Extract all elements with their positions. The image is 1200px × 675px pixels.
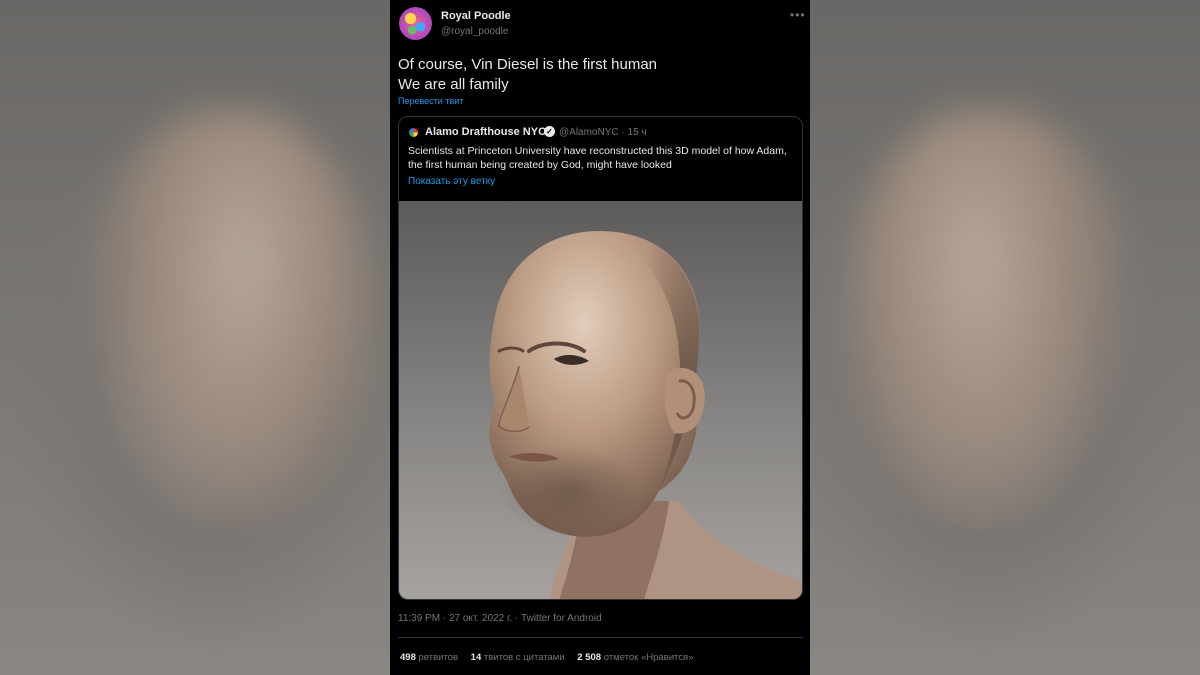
quoted-media-image[interactable]	[399, 201, 802, 600]
retweets-stat[interactable]: 498 ретвитов	[400, 652, 458, 663]
engagement-stats: 498 ретвитов 14 твитов с цитатами 2 508 …	[400, 652, 703, 663]
retweets-count: 498	[400, 652, 416, 663]
author-handle[interactable]: @royal_poodle	[441, 26, 508, 37]
quoted-tweet-text: Scientists at Princeton University have …	[408, 145, 787, 171]
quoted-avatar[interactable]	[409, 128, 418, 137]
likes-label: отметок «Нравится»	[603, 652, 694, 663]
tweet-card: Royal Poodle @royal_poodle ••• Of course…	[390, 0, 810, 675]
meta-separator: ·	[621, 127, 625, 138]
retweets-label: ретвитов	[418, 652, 459, 663]
blurred-background-image-left	[90, 110, 370, 530]
quote-tweets-label: твитов с цитатами	[483, 652, 565, 663]
quoted-meta: @AlamoNYC · 15 ч	[559, 127, 647, 138]
tweet-text-line2: We are all family	[398, 76, 509, 93]
show-thread-link[interactable]: Показать эту ветку	[408, 176, 495, 187]
blurred-background-image-right	[850, 110, 1130, 530]
quote-tweets-stat[interactable]: 14 твитов с цитатами	[471, 652, 565, 663]
tweet-text: Of course, Vin Diesel is the first human…	[398, 55, 657, 95]
tweet-text-line1: Of course, Vin Diesel is the first human	[398, 56, 657, 73]
author-name[interactable]: Royal Poodle	[441, 10, 511, 22]
quoted-author-name[interactable]: Alamo Drafthouse NYC	[425, 126, 546, 138]
quoted-tweet[interactable]: Alamo Drafthouse NYC ✓ @AlamoNYC · 15 ч …	[398, 116, 803, 600]
divider	[398, 637, 803, 638]
more-horizontal-icon[interactable]: •••	[790, 9, 806, 21]
verified-badge-icon: ✓	[544, 126, 555, 137]
translate-tweet-link[interactable]: Перевести твит	[398, 96, 463, 106]
avatar[interactable]	[399, 7, 432, 40]
quote-tweets-count: 14	[470, 652, 482, 663]
quoted-time-ago[interactable]: 15 ч	[628, 127, 647, 138]
tweet-timestamp[interactable]: 11:39 PM · 27 окт. 2022 г. · Twitter for…	[398, 613, 602, 624]
likes-count: 2 508	[577, 652, 602, 663]
likes-stat[interactable]: 2 508 отметок «Нравится»	[577, 652, 693, 663]
quoted-author-handle[interactable]: @AlamoNYC	[559, 127, 619, 138]
